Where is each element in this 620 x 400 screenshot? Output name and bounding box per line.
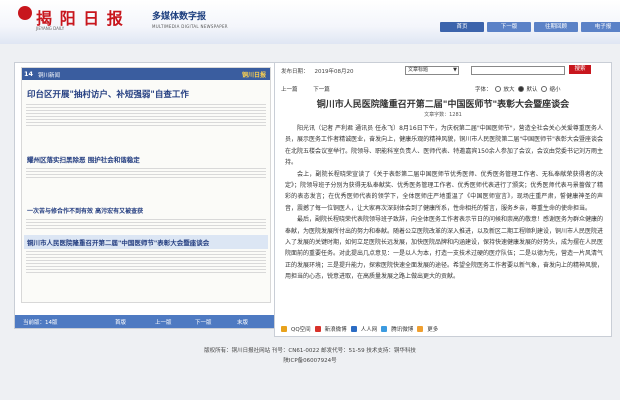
share-tencent[interactable]: 腾讯微博 bbox=[391, 325, 413, 333]
font-large-label: 放大 bbox=[503, 87, 515, 93]
page-masthead: 14 铜川新闻 铜川日报 bbox=[22, 68, 270, 80]
edition-title: 多媒体数字报 bbox=[152, 12, 207, 22]
chevron-down-icon: ▼ bbox=[453, 67, 457, 73]
font-size-label: 字体： bbox=[475, 87, 492, 93]
copyright-line: 版权所有：铜川日报社网站 刊号：CN61-0022 邮发代号：51-59 技术支… bbox=[204, 348, 416, 354]
article-text-block bbox=[26, 168, 266, 180]
article-title-select[interactable]: 文章标题 ▼ bbox=[405, 66, 459, 75]
page-number: 14 bbox=[24, 70, 34, 78]
font-default-radio[interactable] bbox=[517, 86, 524, 92]
newspaper-page-image[interactable]: 14 铜川新闻 铜川日报 印台区开展"抽村访户、补短强弱"自查工作 耀州区落实扫… bbox=[21, 67, 271, 303]
headline-hotspot[interactable]: 一次苦与修合作不到有效 高污宏有又被查获 bbox=[24, 204, 268, 217]
last-page-link[interactable]: 末版 bbox=[237, 318, 248, 326]
page-pager: 当前版：14版 首版 上一版 下一版 末版 bbox=[15, 315, 277, 328]
prev-article-link[interactable]: 上一篇 bbox=[281, 87, 298, 93]
select-value: 文章标题 bbox=[408, 67, 429, 73]
article-text-block bbox=[26, 104, 266, 126]
next-page-link[interactable]: 下一版 bbox=[195, 318, 212, 326]
share-more[interactable]: 更多 bbox=[427, 325, 438, 333]
prev-page-link[interactable]: 上一版 bbox=[155, 318, 172, 326]
weibo-icon[interactable] bbox=[314, 326, 321, 332]
font-large-radio[interactable] bbox=[494, 86, 501, 92]
current-page-label: 当前版：14版 bbox=[23, 320, 58, 326]
first-page-link[interactable]: 首版 bbox=[115, 318, 126, 326]
share-weibo[interactable]: 新浪微博 bbox=[325, 325, 347, 333]
share-qzone[interactable]: QQ空间 bbox=[291, 325, 311, 333]
headline-hotspot[interactable]: 耀州区落实扫黑除恶 围护社会和谐稳定 bbox=[24, 152, 268, 166]
tencent-weibo-icon[interactable] bbox=[381, 326, 388, 332]
top-nav: 首页 下一版 往期回顾 电子报 bbox=[440, 22, 620, 32]
article-paragraph: 会上，副院长程晓荣宣读了《关于表彰第二届中国医师节优秀医师、优秀医务管理工作者、… bbox=[285, 170, 603, 212]
more-share-icon[interactable] bbox=[417, 326, 424, 332]
date-label: 发布日期： bbox=[281, 69, 309, 75]
logo-seal-icon bbox=[18, 6, 32, 20]
font-size-switcher: 字体： 放大 默认 缩小 bbox=[475, 85, 561, 93]
edition-title-en: MULTIMEDIA DIGITAL NEWSPAPER bbox=[152, 24, 228, 29]
article-title: 铜川市人民医院隆重召开第二届"中国医师节"表彰大会暨座谈会 bbox=[316, 100, 570, 110]
share-bar: QQ空间 新浪微博 人人网 腾讯微博 更多 bbox=[281, 325, 438, 333]
logo-subtitle: JIEYANG DAILY bbox=[36, 26, 65, 31]
date-value: 2019年08月20 bbox=[314, 69, 354, 75]
qzone-icon[interactable] bbox=[281, 326, 287, 332]
search-input[interactable] bbox=[471, 66, 565, 75]
word-count: 文章字数：1281 bbox=[424, 112, 462, 118]
headline-hotspot-active[interactable]: 铜川市人民医院隆重召开第二届"中国医师节"表彰大会暨座谈会 bbox=[24, 235, 268, 249]
icp-line: 陕ICP备06007924号 bbox=[283, 358, 337, 364]
article-text-block bbox=[26, 251, 266, 273]
page-section: 铜川新闻 bbox=[38, 73, 61, 79]
font-small-label: 缩小 bbox=[549, 87, 561, 93]
article-nav: 上一篇 下一篇 bbox=[281, 85, 344, 93]
article-paragraph: 阳光讯（记者 严利君 通讯员 任永飞）8月16日下午，为庆祝第二届"中国医师节"… bbox=[285, 125, 603, 167]
page-viewer: 14 铜川新闻 铜川日报 印台区开展"抽村访户、补短强弱"自查工作 耀州区落实扫… bbox=[14, 62, 278, 329]
headline-hotspot[interactable]: 印台区开展"抽村访户、补短强弱"自查工作 bbox=[24, 86, 268, 102]
renren-icon[interactable] bbox=[350, 326, 357, 332]
article-body: 阳光讯（记者 严利君 通讯员 任永飞）8月16日下午，为庆祝第二届"中国医师节"… bbox=[285, 123, 603, 283]
search-button[interactable]: 搜索 bbox=[569, 65, 591, 74]
site-header: 揭 阳 日 报 JIEYANG DAILY 多媒体数字报 MULTIMEDIA … bbox=[0, 0, 620, 44]
page-brand: 铜川日报 bbox=[241, 72, 266, 79]
nav-epaper[interactable]: 电子报 bbox=[581, 22, 620, 32]
article-text-block bbox=[26, 219, 266, 231]
nav-home[interactable]: 首页 bbox=[440, 22, 484, 32]
next-article-link[interactable]: 下一篇 bbox=[313, 87, 330, 93]
font-small-radio[interactable] bbox=[540, 86, 547, 92]
site-footer: 版权所有：铜川日报社网站 刊号：CN61-0022 邮发代号：51-59 技术支… bbox=[0, 346, 620, 366]
nav-archive[interactable]: 往期回顾 bbox=[534, 22, 578, 32]
share-renren[interactable]: 人人网 bbox=[361, 325, 378, 333]
nav-next-page[interactable]: 下一版 bbox=[487, 22, 531, 32]
publish-date: 发布日期： 2019年08月20 bbox=[281, 67, 354, 75]
font-default-label: 默认 bbox=[526, 87, 538, 93]
article-panel: 发布日期： 2019年08月20 文章标题 ▼ 搜索 上一篇 下一篇 字体： 放大… bbox=[274, 62, 612, 337]
article-paragraph: 最后，副院长程晓荣代表院领导班子致辞，向全体医务工作者表示节日的问候和崇高的敬意… bbox=[285, 216, 604, 281]
